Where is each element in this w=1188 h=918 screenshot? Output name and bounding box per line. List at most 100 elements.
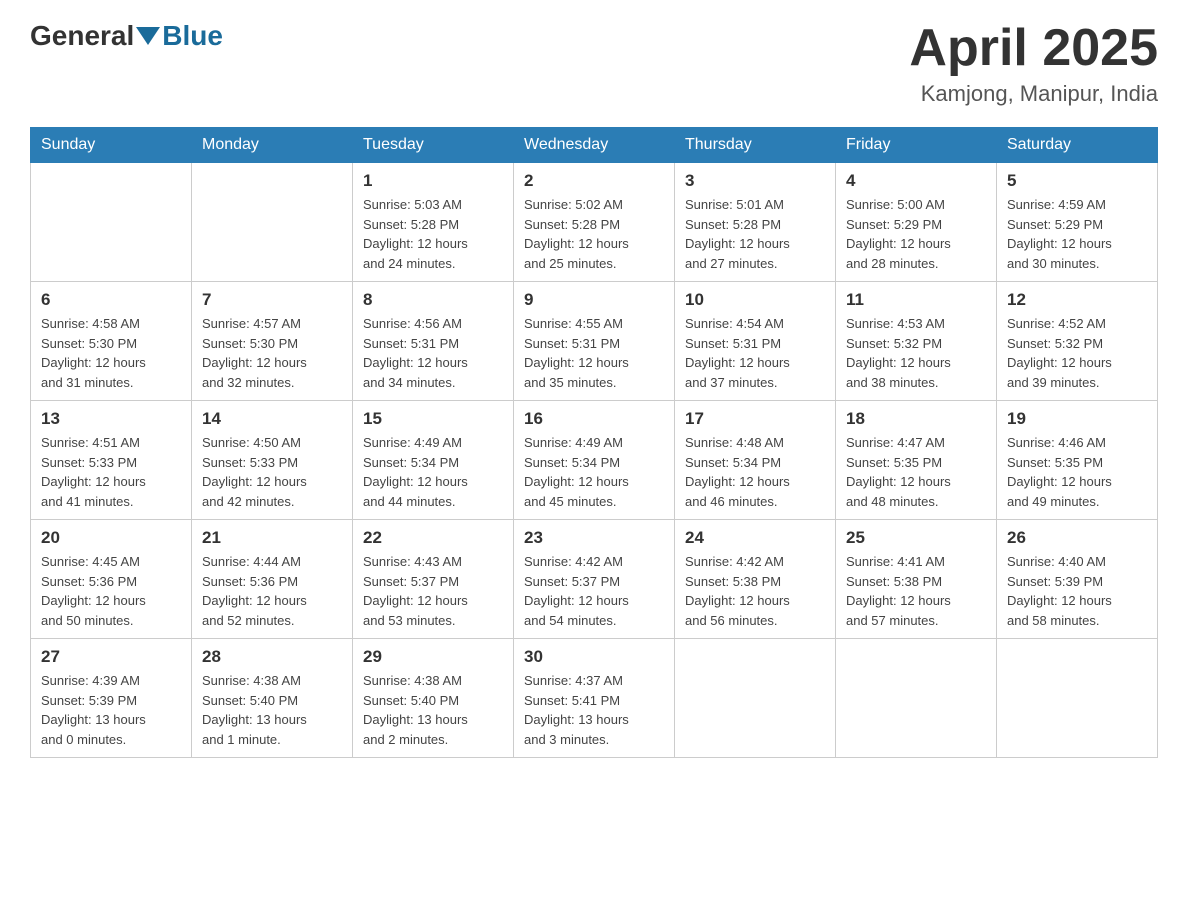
day-info: Sunrise: 5:02 AM Sunset: 5:28 PM Dayligh… <box>524 195 664 273</box>
calendar-title: April 2025 <box>909 20 1158 77</box>
day-number: 22 <box>363 528 503 548</box>
calendar-cell: 16Sunrise: 4:49 AM Sunset: 5:34 PM Dayli… <box>514 401 675 520</box>
day-info: Sunrise: 4:40 AM Sunset: 5:39 PM Dayligh… <box>1007 552 1147 630</box>
column-header-saturday: Saturday <box>997 128 1158 163</box>
calendar-week-row: 27Sunrise: 4:39 AM Sunset: 5:39 PM Dayli… <box>31 639 1158 758</box>
day-number: 8 <box>363 290 503 310</box>
day-number: 26 <box>1007 528 1147 548</box>
day-info: Sunrise: 4:59 AM Sunset: 5:29 PM Dayligh… <box>1007 195 1147 273</box>
day-info: Sunrise: 4:38 AM Sunset: 5:40 PM Dayligh… <box>202 671 342 749</box>
calendar-subtitle: Kamjong, Manipur, India <box>909 81 1158 107</box>
day-number: 23 <box>524 528 664 548</box>
calendar-cell <box>997 639 1158 758</box>
day-info: Sunrise: 4:46 AM Sunset: 5:35 PM Dayligh… <box>1007 433 1147 511</box>
day-number: 28 <box>202 647 342 667</box>
calendar-cell: 15 Sunrise: 4:49 AM Sunset: 5:34 PM Dayli… <box>353 401 514 520</box>
day-info: Sunrise: 4:42 AM Sunset: 5:38 PM Dayligh… <box>685 552 825 630</box>
day-number: 13 <box>41 409 181 429</box>
calendar-cell: 5 Sunrise: 4:59 AM Sunset: 5:29 PM Daylig… <box>997 163 1158 282</box>
day-number: 11 <box>846 290 986 310</box>
day-number: 14 <box>202 409 342 429</box>
calendar-cell: 30 Sunrise: 4:37 AM Sunset: 5:41 PM Dayli… <box>514 639 675 758</box>
calendar-cell <box>836 639 997 758</box>
day-info: Sunrise: 4:58 AM Sunset: 5:30 PM Dayligh… <box>41 314 181 392</box>
day-info: Sunrise: 4:56 AM Sunset: 5:31 PM Dayligh… <box>363 314 503 392</box>
calendar-cell: 18Sunrise: 4:47 AM Sunset: 5:35 PM Dayli… <box>836 401 997 520</box>
column-header-thursday: Thursday <box>675 128 836 163</box>
calendar-cell: 14 Sunrise: 4:50 AM Sunset: 5:33 PM Dayli… <box>192 401 353 520</box>
logo-triangle-icon <box>136 27 160 45</box>
calendar-cell: 13 Sunrise: 4:51 AM Sunset: 5:33 PM Dayli… <box>31 401 192 520</box>
calendar-header-row: SundayMondayTuesdayWednesdayThursdayFrid… <box>31 128 1158 163</box>
day-number: 3 <box>685 171 825 191</box>
day-number: 20 <box>41 528 181 548</box>
page-header: General Blue April 2025 Kamjong, Manipur… <box>30 20 1158 107</box>
day-info: Sunrise: 5:00 AM Sunset: 5:29 PM Dayligh… <box>846 195 986 273</box>
calendar-week-row: 13 Sunrise: 4:51 AM Sunset: 5:33 PM Dayli… <box>31 401 1158 520</box>
calendar-cell <box>31 163 192 282</box>
calendar-week-row: 6 Sunrise: 4:58 AM Sunset: 5:30 PM Daylig… <box>31 282 1158 401</box>
day-info: Sunrise: 4:49 AM Sunset: 5:34 PM Dayligh… <box>363 433 503 511</box>
calendar-cell: 24 Sunrise: 4:42 AM Sunset: 5:38 PM Dayli… <box>675 520 836 639</box>
column-header-wednesday: Wednesday <box>514 128 675 163</box>
day-number: 6 <box>41 290 181 310</box>
calendar-week-row: 1 Sunrise: 5:03 AM Sunset: 5:28 PM Daylig… <box>31 163 1158 282</box>
calendar-cell: 7Sunrise: 4:57 AM Sunset: 5:30 PM Daylig… <box>192 282 353 401</box>
day-number: 4 <box>846 171 986 191</box>
day-number: 10 <box>685 290 825 310</box>
day-info: Sunrise: 4:39 AM Sunset: 5:39 PM Dayligh… <box>41 671 181 749</box>
column-header-friday: Friday <box>836 128 997 163</box>
day-number: 24 <box>685 528 825 548</box>
day-info: Sunrise: 4:37 AM Sunset: 5:41 PM Dayligh… <box>524 671 664 749</box>
day-info: Sunrise: 4:53 AM Sunset: 5:32 PM Dayligh… <box>846 314 986 392</box>
day-number: 15 <box>363 409 503 429</box>
calendar-cell: 6 Sunrise: 4:58 AM Sunset: 5:30 PM Daylig… <box>31 282 192 401</box>
day-number: 12 <box>1007 290 1147 310</box>
day-number: 1 <box>363 171 503 191</box>
day-info: Sunrise: 4:38 AM Sunset: 5:40 PM Dayligh… <box>363 671 503 749</box>
day-info: Sunrise: 4:52 AM Sunset: 5:32 PM Dayligh… <box>1007 314 1147 392</box>
calendar-cell: 19 Sunrise: 4:46 AM Sunset: 5:35 PM Dayli… <box>997 401 1158 520</box>
calendar-cell: 20 Sunrise: 4:45 AM Sunset: 5:36 PM Dayli… <box>31 520 192 639</box>
logo: General Blue <box>30 20 223 52</box>
calendar-cell: 8 Sunrise: 4:56 AM Sunset: 5:31 PM Daylig… <box>353 282 514 401</box>
day-number: 5 <box>1007 171 1147 191</box>
title-area: April 2025 Kamjong, Manipur, India <box>909 20 1158 107</box>
day-number: 17 <box>685 409 825 429</box>
day-info: Sunrise: 4:43 AM Sunset: 5:37 PM Dayligh… <box>363 552 503 630</box>
day-number: 18 <box>846 409 986 429</box>
day-number: 9 <box>524 290 664 310</box>
calendar-cell: 23 Sunrise: 4:42 AM Sunset: 5:37 PM Dayli… <box>514 520 675 639</box>
calendar-cell: 26 Sunrise: 4:40 AM Sunset: 5:39 PM Dayli… <box>997 520 1158 639</box>
calendar-cell: 10 Sunrise: 4:54 AM Sunset: 5:31 PM Dayli… <box>675 282 836 401</box>
day-info: Sunrise: 5:01 AM Sunset: 5:28 PM Dayligh… <box>685 195 825 273</box>
calendar-cell: 27Sunrise: 4:39 AM Sunset: 5:39 PM Dayli… <box>31 639 192 758</box>
day-number: 7 <box>202 290 342 310</box>
day-info: Sunrise: 4:42 AM Sunset: 5:37 PM Dayligh… <box>524 552 664 630</box>
day-number: 29 <box>363 647 503 667</box>
calendar-cell <box>192 163 353 282</box>
day-number: 21 <box>202 528 342 548</box>
calendar-table: SundayMondayTuesdayWednesdayThursdayFrid… <box>30 127 1158 758</box>
calendar-cell: 2Sunrise: 5:02 AM Sunset: 5:28 PM Daylig… <box>514 163 675 282</box>
calendar-cell: 11 Sunrise: 4:53 AM Sunset: 5:32 PM Dayli… <box>836 282 997 401</box>
calendar-cell: 12 Sunrise: 4:52 AM Sunset: 5:32 PM Dayli… <box>997 282 1158 401</box>
day-info: Sunrise: 4:44 AM Sunset: 5:36 PM Dayligh… <box>202 552 342 630</box>
day-info: Sunrise: 4:51 AM Sunset: 5:33 PM Dayligh… <box>41 433 181 511</box>
calendar-week-row: 20 Sunrise: 4:45 AM Sunset: 5:36 PM Dayli… <box>31 520 1158 639</box>
calendar-cell: 21 Sunrise: 4:44 AM Sunset: 5:36 PM Dayli… <box>192 520 353 639</box>
day-number: 30 <box>524 647 664 667</box>
day-info: Sunrise: 5:03 AM Sunset: 5:28 PM Dayligh… <box>363 195 503 273</box>
day-number: 19 <box>1007 409 1147 429</box>
day-number: 16 <box>524 409 664 429</box>
day-number: 25 <box>846 528 986 548</box>
day-info: Sunrise: 4:50 AM Sunset: 5:33 PM Dayligh… <box>202 433 342 511</box>
day-info: Sunrise: 4:55 AM Sunset: 5:31 PM Dayligh… <box>524 314 664 392</box>
day-info: Sunrise: 4:54 AM Sunset: 5:31 PM Dayligh… <box>685 314 825 392</box>
calendar-cell: 28 Sunrise: 4:38 AM Sunset: 5:40 PM Dayli… <box>192 639 353 758</box>
day-info: Sunrise: 4:41 AM Sunset: 5:38 PM Dayligh… <box>846 552 986 630</box>
day-info: Sunrise: 4:45 AM Sunset: 5:36 PM Dayligh… <box>41 552 181 630</box>
day-info: Sunrise: 4:48 AM Sunset: 5:34 PM Dayligh… <box>685 433 825 511</box>
column-header-tuesday: Tuesday <box>353 128 514 163</box>
column-header-sunday: Sunday <box>31 128 192 163</box>
